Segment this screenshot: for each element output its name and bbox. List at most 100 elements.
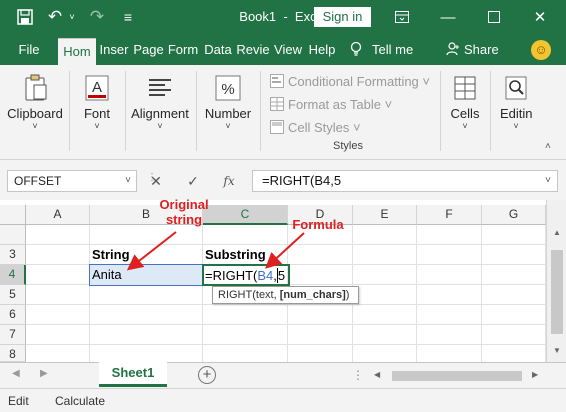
name-box[interactable]: OFFSET ˅ — [7, 170, 137, 192]
alignment-label: Alignment — [131, 106, 189, 121]
row-header-7[interactable]: 7 — [0, 325, 26, 345]
enter-icon[interactable]: ✓ — [183, 172, 203, 190]
chevron-down-icon: ˅ — [462, 121, 468, 131]
cells-group[interactable]: Cells ˅ — [444, 65, 486, 160]
ribbon: Clipboard ˅ A Font ˅ Alignment ˅ % Numbe… — [0, 65, 566, 160]
divider — [69, 71, 70, 151]
scroll-left-icon[interactable]: ◀ — [374, 370, 380, 379]
undo-dropdown-icon[interactable]: ˅ — [66, 0, 78, 34]
column-header-e[interactable]: E — [353, 205, 417, 225]
sheet-tab-sheet1[interactable]: Sheet1 — [99, 362, 167, 387]
tab-split-handle-icon[interactable]: ⋮ — [352, 368, 364, 382]
tab-review[interactable]: Revie — [236, 34, 270, 65]
table-icon — [270, 97, 284, 111]
scroll-thumb[interactable] — [551, 250, 563, 334]
gridline-horizontal — [26, 344, 546, 345]
worksheet-grid[interactable]: A B C D E F G 3 4 5 6 7 8 String Substri… — [0, 200, 566, 362]
tab-help[interactable]: Help — [306, 34, 338, 65]
editing-label: Editin — [500, 106, 533, 121]
save-icon[interactable] — [12, 0, 38, 34]
sheet-tab-bar: ◀ ▶ Sheet1 + ⋮ ◀ ▶ — [0, 362, 566, 388]
smiley-feedback-icon[interactable]: ☺ — [531, 40, 551, 60]
status-bar: Edit Calculate — [0, 388, 566, 412]
customize-quick-access-icon[interactable]: ≡ — [118, 0, 138, 34]
next-sheet-icon[interactable]: ▶ — [40, 368, 48, 379]
number-label: Number — [204, 106, 252, 121]
font-icon: A — [82, 73, 112, 103]
number-group[interactable]: % Number ˅ — [199, 65, 257, 160]
previous-sheet-icon[interactable]: ◀ — [12, 368, 20, 379]
row-header-2[interactable] — [0, 225, 26, 245]
title-bar: ↶ ˅ ↷ ≡ Book1 - Excel Sign in — ✕ — [0, 0, 566, 34]
row-header-6[interactable]: 6 — [0, 305, 26, 325]
collapse-ribbon-icon[interactable]: ˄ — [545, 141, 551, 152]
minimize-button[interactable]: — — [430, 0, 466, 34]
scroll-up-icon[interactable]: ▲ — [547, 228, 566, 244]
sign-in-button[interactable]: Sign in — [314, 7, 371, 27]
redo-icon[interactable]: ↷ — [86, 0, 108, 34]
gridline-horizontal — [26, 304, 546, 305]
insert-function-icon[interactable]: fx — [219, 172, 239, 190]
editing-group[interactable]: Editin ˅ — [496, 65, 536, 160]
row-header-5[interactable]: 5 — [0, 285, 26, 305]
share-button[interactable]: Share — [446, 34, 499, 65]
formula-text: =RIGHT(B4,5 — [262, 173, 342, 188]
column-header-a[interactable]: A — [26, 205, 90, 225]
styles-group-caption: Styles — [333, 140, 363, 152]
alignment-icon — [145, 73, 175, 103]
cell-c4-formula-prefix: =RIGHT( — [205, 268, 258, 283]
tab-home[interactable]: Hom — [58, 38, 96, 65]
cell-c4-reference: B4 — [257, 268, 274, 283]
tab-page-layout[interactable]: Page — [133, 34, 164, 65]
tooltip-prefix: RIGHT(text, — [218, 289, 280, 301]
tab-data[interactable]: Data — [203, 34, 233, 65]
font-group[interactable]: A Font ˅ — [72, 65, 122, 160]
cell-styles-button[interactable]: Cell Styles ˅ — [270, 117, 361, 137]
row-header-4[interactable]: 4 — [0, 265, 26, 285]
chevron-down-icon[interactable]: ˅ — [125, 171, 131, 191]
clipboard-group[interactable]: Clipboard ˅ — [2, 65, 68, 160]
chevron-down-icon: ˅ — [94, 121, 100, 131]
tab-file[interactable]: File — [12, 34, 46, 65]
divider — [125, 71, 126, 151]
chevron-down-icon: ˅ — [513, 121, 519, 131]
tab-view[interactable]: View — [272, 34, 304, 65]
cell-c3[interactable]: Substring — [203, 245, 288, 265]
select-all-corner[interactable] — [0, 205, 26, 225]
format-as-table-button[interactable]: Format as Table ˅ — [270, 94, 392, 114]
conditional-formatting-button[interactable]: Conditional Formatting ˅ — [270, 71, 430, 91]
tab-insert[interactable]: Inser — [97, 34, 131, 65]
row-header-8[interactable]: 8 — [0, 345, 26, 362]
tab-formulas[interactable]: Form — [166, 34, 200, 65]
tell-me-search[interactable]: Tell me — [350, 34, 413, 65]
original-string-annotation: Original string — [159, 197, 209, 227]
chevron-down-icon: ˅ — [225, 121, 231, 131]
cell-c4[interactable]: =RIGHT(B4,5 — [202, 264, 290, 286]
column-header-g[interactable]: G — [482, 205, 546, 225]
svg-text:%: % — [221, 81, 234, 98]
ribbon-display-options-icon[interactable] — [384, 0, 420, 34]
alignment-group[interactable]: Alignment ˅ — [127, 65, 193, 160]
divider — [260, 71, 261, 151]
cell-b3[interactable]: String — [90, 245, 203, 265]
undo-icon[interactable]: ↶ — [44, 0, 66, 34]
maximize-button[interactable] — [476, 0, 512, 34]
scroll-right-icon[interactable]: ▶ — [532, 370, 538, 379]
close-button[interactable]: ✕ — [522, 0, 558, 34]
share-label: Share — [464, 42, 499, 57]
cancel-icon[interactable]: ✕ — [146, 172, 166, 190]
cell-b4[interactable]: Anita — [89, 264, 204, 286]
scroll-down-icon[interactable]: ▼ — [547, 346, 566, 362]
row-header-3[interactable]: 3 — [0, 245, 26, 265]
gridline-vertical — [481, 225, 482, 362]
name-box-value: OFFSET — [14, 174, 62, 188]
ribbon-tabs: File Hom Inser Page Form Data Revie View… — [0, 34, 566, 65]
column-header-f[interactable]: F — [417, 205, 482, 225]
formula-input[interactable]: =RIGHT(B4,5 ˅ — [252, 170, 558, 192]
horizontal-scroll-thumb[interactable] — [392, 371, 522, 381]
horizontal-scrollbar[interactable]: ◀ ▶ — [370, 369, 546, 383]
status-calculate[interactable]: Calculate — [55, 394, 105, 408]
expand-formula-icon[interactable]: ˅ — [545, 171, 551, 191]
add-sheet-button[interactable]: + — [198, 366, 216, 384]
vertical-scrollbar[interactable]: ▲ ▼ — [546, 200, 566, 362]
